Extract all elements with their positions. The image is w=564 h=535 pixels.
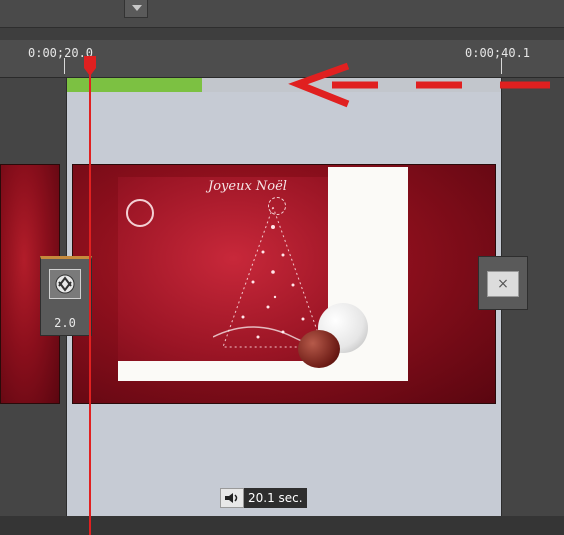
card-white-area [118,361,408,381]
transition-duration: 2.0 [54,316,76,330]
playhead-icon[interactable] [82,56,98,76]
clip-end-block: × [478,256,528,310]
speaker-icon[interactable] [220,488,244,508]
transition-icon[interactable] [49,269,81,299]
clip-progress-fill [67,78,202,92]
arrow-left-icon [288,62,550,108]
red-bauble-graphic [298,330,340,368]
clip-duration: 20.1 sec. [220,488,307,508]
clip-thumbnail[interactable]: Joyeux Noël [72,164,496,404]
snowflake-graphic [268,197,286,215]
separator [0,28,564,40]
card-title: Joyeux Noël [208,179,287,194]
transition-block[interactable]: 2.0 [40,256,92,336]
playhead-line[interactable] [89,58,91,535]
ornament-graphic [126,199,154,227]
ruler-tick [64,58,65,74]
duration-label: 20.1 sec. [244,488,307,508]
timeline-bottom [0,516,564,535]
toolbar [0,0,564,28]
close-icon[interactable]: × [487,271,519,297]
chevron-down-icon[interactable] [124,0,148,18]
